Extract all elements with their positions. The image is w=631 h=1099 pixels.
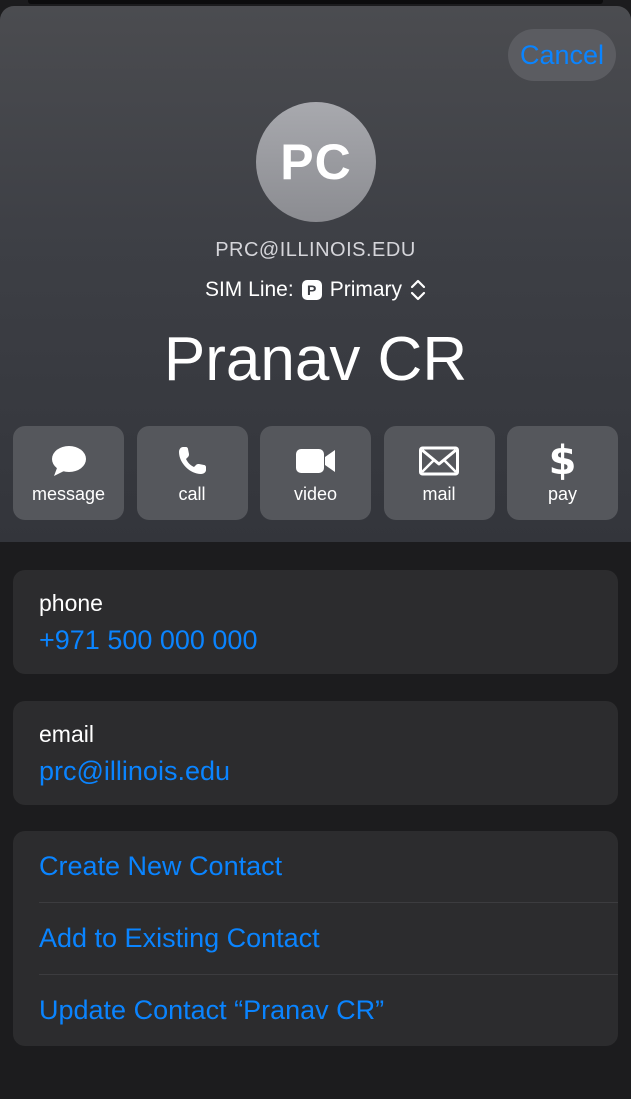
message-label: message [31,484,106,504]
message-bubble-icon [13,442,124,480]
phone-icon [137,442,248,480]
sim-line-value: Primary [329,278,403,301]
contact-actions-card: Create New Contact Add to Existing Conta… [13,831,618,1046]
mail-button[interactable]: mail [383,426,495,520]
create-new-contact-button[interactable]: Create New Contact [39,831,618,902]
sim-line-label: SIM Line: [204,278,294,301]
phone-label: phone [39,590,103,616]
mail-label: mail [422,484,456,504]
email-card: email prc@illinois.edu [13,701,618,805]
video-button[interactable]: video [260,426,371,520]
sheet-edge [28,0,603,4]
update-contact-button[interactable]: Update Contact “Pranav CR” [39,974,618,1046]
add-to-existing-contact-button[interactable]: Add to Existing Contact [39,902,618,974]
contact-header: Cancel PC PRC@ILLINOIS.EDU SIM Line: P P… [0,6,631,542]
contact-name: Pranav CR [163,325,468,394]
sim-line-selector[interactable]: SIM Line: P Primary [0,278,631,302]
video-label: video [293,484,338,504]
phone-number-link[interactable]: +971 500 000 000 [39,625,257,656]
pay-button[interactable]: $ pay [507,426,618,520]
email-label: email [39,721,94,747]
phone-card: phone +971 500 000 000 [13,570,618,674]
sim-badge-icon: P [301,280,322,300]
email-address-link[interactable]: prc@illinois.edu [39,756,230,787]
video-camera-icon [260,442,371,480]
avatar: PC [256,102,376,222]
envelope-icon [384,442,495,480]
dollar-icon: $ [548,438,577,484]
call-button[interactable]: call [136,426,248,520]
message-button[interactable]: message [13,426,124,520]
quick-actions: message call video mail $ pay [13,426,618,520]
pay-label: pay [547,484,578,504]
cancel-button[interactable]: Cancel [508,29,616,81]
contact-email-caption: PRC@ILLINOIS.EDU [215,239,416,261]
chevron-up-down-icon [410,278,426,302]
call-label: call [178,484,206,504]
